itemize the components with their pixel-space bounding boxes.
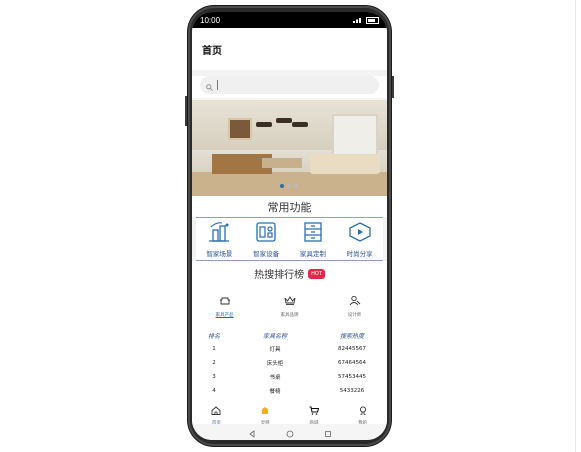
sofa-icon	[219, 291, 231, 310]
table-row[interactable]: 1 灯具 82445567	[192, 342, 387, 356]
table-row[interactable]: 3 书桌 57453445	[192, 370, 387, 384]
func-furniture-custom[interactable]: 家具定制	[291, 221, 335, 258]
furniture-custom-icon	[301, 221, 325, 247]
tab-designers[interactable]: 设计师	[330, 291, 380, 318]
func-share[interactable]: 时尚分享	[338, 221, 382, 258]
table-row[interactable]: 2 床头柜 67464564	[192, 356, 387, 370]
tabbar-profile[interactable]: 我的	[343, 400, 383, 426]
search-input[interactable]	[217, 80, 218, 90]
phone-screen: 10:00 首页 常用功能 智家场景 智家设备 家具定制 时尚分享 热搜排行榜 …	[192, 12, 387, 440]
search-bar[interactable]	[200, 76, 379, 94]
crown-icon	[284, 291, 296, 310]
recents-nav-icon[interactable]	[324, 423, 332, 441]
func-smart-scene[interactable]: 智家场景	[197, 221, 241, 258]
smart-scene-icon	[207, 221, 231, 247]
share-icon	[348, 221, 372, 247]
func-label: 智家场景	[206, 250, 233, 258]
volume-button	[185, 96, 187, 126]
banner-carousel[interactable]	[192, 100, 387, 196]
home-nav-icon[interactable]	[286, 423, 294, 441]
cart-icon	[309, 400, 320, 419]
hot-title: 热搜排行榜	[254, 270, 305, 281]
backdrop-divider	[575, 0, 576, 452]
inspiration-icon	[260, 400, 270, 419]
system-nav-bar	[192, 424, 387, 440]
col-rank: 排名	[207, 332, 220, 340]
battery-icon	[366, 16, 379, 24]
functions-row: 智家场景 智家设备 家具定制 时尚分享	[196, 217, 383, 261]
hot-tabs: 家具产品 家具品牌 设计师	[192, 285, 387, 324]
search-icon	[206, 76, 213, 95]
tab-label: 设计师	[347, 313, 362, 318]
func-label: 时尚分享	[346, 250, 373, 258]
phone-frame: 10:00 首页 常用功能 智家场景 智家设备 家具定制 时尚分享 热搜排行榜 …	[185, 6, 394, 446]
hot-badge: HOT	[308, 268, 325, 279]
col-name: 家具名称	[262, 332, 287, 340]
status-bar: 10:00	[192, 12, 387, 28]
table-row[interactable]: 4 餐椅 5433226	[192, 384, 387, 398]
table-header: 排名 家具名称 搜索热度	[192, 328, 387, 342]
hot-section-header: 热搜排行榜 HOT	[192, 261, 387, 285]
page-header: 首页	[192, 28, 387, 70]
power-button	[392, 76, 394, 98]
carousel-dots[interactable]	[280, 184, 298, 188]
signal-icon	[353, 16, 363, 25]
banner-wall-art	[228, 118, 252, 140]
smart-device-icon	[254, 221, 278, 247]
tab-furniture-products[interactable]: 家具产品	[200, 291, 250, 318]
func-label: 智家设备	[253, 250, 280, 258]
tabbar-home[interactable]: 首页	[196, 400, 236, 426]
col-heat: 搜索热度	[339, 332, 364, 340]
func-smart-device[interactable]: 智家设备	[244, 221, 288, 258]
tab-label: 家具品牌	[280, 313, 299, 318]
bottom-tabbar: 首页 灵感 商城 我的	[192, 400, 387, 426]
profile-icon	[358, 400, 368, 419]
ranking-table: 排名 家具名称 搜索热度 1 灯具 82445567 2 床头柜 6746456…	[192, 324, 387, 404]
home-icon	[211, 400, 221, 419]
tab-furniture-brands[interactable]: 家具品牌	[265, 291, 315, 318]
status-time: 10:00	[200, 15, 221, 25]
page-title: 首页	[202, 45, 222, 57]
func-label: 家具定制	[299, 250, 326, 258]
designer-icon	[349, 291, 361, 310]
back-nav-icon[interactable]	[248, 423, 256, 441]
section-title-functions: 常用功能	[192, 196, 387, 217]
tab-label: 家具产品	[215, 313, 234, 318]
